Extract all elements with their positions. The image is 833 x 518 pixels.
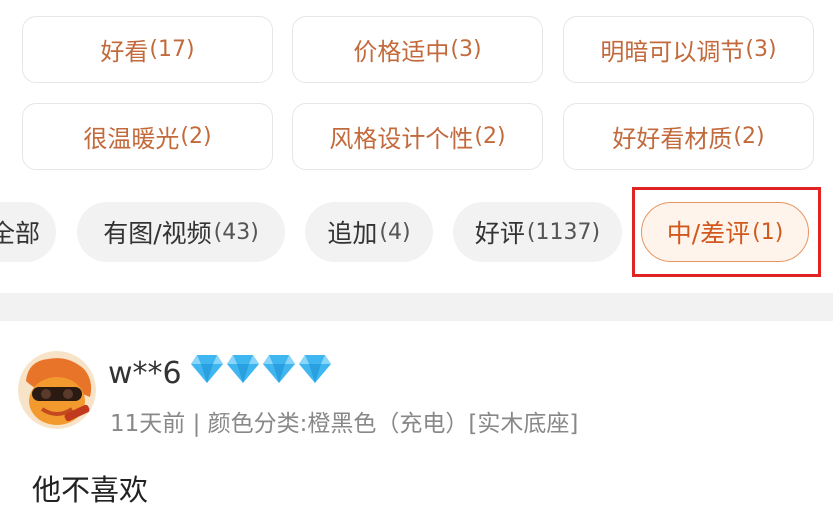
- review-meta: 11天前 | 颜色分类:橙黑色（充电）[实木底座]: [110, 411, 579, 437]
- tag-label: 很温暖光: [83, 125, 180, 153]
- tag-label: 价格适中: [353, 38, 450, 66]
- diamond-icon: [299, 355, 331, 383]
- tag-count: (2): [180, 124, 212, 149]
- section-divider: [0, 293, 833, 321]
- filter-count: (4): [379, 219, 411, 245]
- tag-chip[interactable]: 很温暖光 (2): [22, 103, 273, 170]
- review-content: 他不喜欢: [32, 473, 149, 507]
- tag-chip[interactable]: 风格设计个性 (2): [292, 103, 543, 170]
- filter-all[interactable]: 全部: [0, 202, 56, 262]
- member-level: [190, 354, 332, 384]
- filter-label: 好评: [474, 219, 525, 248]
- diamond-icon: [227, 355, 259, 383]
- username[interactable]: w**6: [108, 356, 182, 391]
- filter-label: 全部: [0, 219, 40, 248]
- tag-count: (2): [733, 124, 765, 149]
- highlight-box: [632, 187, 821, 277]
- avatar[interactable]: [18, 351, 96, 429]
- filter-count: (43): [213, 219, 259, 245]
- tag-count: (3): [745, 37, 777, 62]
- tag-label: 好看: [100, 38, 149, 66]
- filter-label: 有图/视频: [103, 219, 212, 248]
- filter-positive[interactable]: 好评 (1137): [453, 202, 622, 262]
- diamond-icon: [191, 355, 223, 383]
- tag-label: 风格设计个性: [329, 125, 474, 153]
- filter-media[interactable]: 有图/视频 (43): [77, 202, 285, 262]
- tag-chip[interactable]: 明暗可以调节 (3): [563, 16, 814, 83]
- tag-count: (17): [149, 37, 195, 62]
- tag-label: 好好看材质: [612, 125, 733, 153]
- tag-chip[interactable]: 好看 (17): [22, 16, 273, 83]
- tag-label: 明暗可以调节: [600, 38, 745, 66]
- filter-label: 追加: [327, 219, 378, 248]
- diamond-icon: [263, 355, 295, 383]
- tag-chip[interactable]: 价格适中 (3): [292, 16, 543, 83]
- filter-append[interactable]: 追加 (4): [305, 202, 433, 262]
- tag-chip[interactable]: 好好看材质 (2): [563, 103, 814, 170]
- tag-count: (2): [474, 124, 506, 149]
- filter-count: (1137): [526, 219, 601, 245]
- tag-count: (3): [450, 37, 482, 62]
